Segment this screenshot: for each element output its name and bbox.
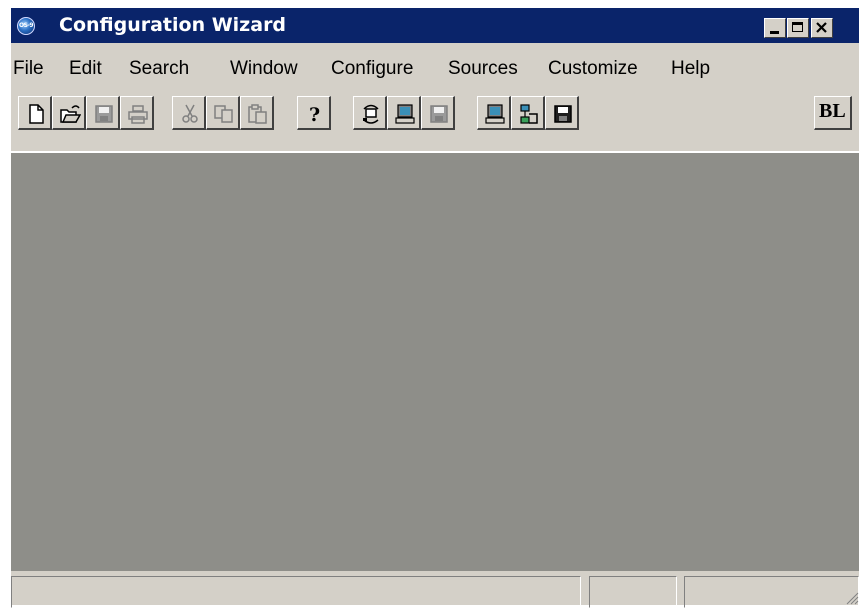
status-pane-right — [684, 576, 859, 608]
menu-sources[interactable]: Sources — [448, 58, 518, 80]
copy-icon — [214, 105, 233, 123]
open-folder-icon — [60, 105, 81, 123]
minimize-button[interactable] — [764, 18, 786, 38]
modules-button[interactable] — [511, 96, 545, 130]
module-tree-icon — [520, 104, 538, 124]
menu-search[interactable]: Search — [129, 58, 189, 80]
menu-edit[interactable]: Edit — [69, 58, 102, 80]
computer-button[interactable] — [387, 96, 421, 130]
help-button[interactable]: ? — [297, 96, 331, 130]
network-connect-icon — [363, 104, 379, 124]
new-button[interactable] — [18, 96, 52, 130]
paste-icon — [248, 104, 267, 124]
menu-window[interactable]: Window — [230, 58, 298, 80]
resize-grip-icon[interactable] — [845, 591, 859, 605]
save-disk-icon — [554, 105, 572, 123]
svg-text:?: ? — [309, 104, 320, 125]
maximize-icon — [792, 22, 803, 32]
save-disk-icon — [430, 105, 448, 123]
menu-configure[interactable]: Configure — [331, 58, 413, 80]
connect-button[interactable] — [353, 96, 387, 130]
toolbar: ? BL — [11, 91, 859, 151]
menu-customize[interactable]: Customize — [548, 58, 638, 80]
minimize-icon — [770, 31, 779, 34]
save-disk-icon — [95, 105, 113, 123]
status-bar — [11, 573, 859, 608]
cut-scissors-icon — [182, 104, 198, 123]
app-window: OS-9 Configuration Wizard File Edit Sear… — [11, 8, 859, 608]
maximize-button[interactable] — [787, 18, 809, 38]
open-button[interactable] — [52, 96, 86, 130]
save-button[interactable] — [86, 96, 120, 130]
computer-icon — [485, 104, 505, 124]
new-document-icon — [29, 104, 44, 124]
menu-help[interactable]: Help — [671, 58, 710, 80]
app-logo-icon[interactable]: OS-9 — [17, 17, 35, 35]
mdi-workspace[interactable] — [11, 151, 859, 571]
menu-bar: File Edit Search Window Configure Source… — [11, 54, 859, 84]
computer-icon — [395, 104, 415, 124]
status-pane-middle — [589, 576, 677, 608]
title-bar[interactable]: OS-9 Configuration Wizard — [11, 8, 859, 43]
print-icon — [128, 105, 148, 124]
target-computer-button[interactable] — [477, 96, 511, 130]
status-pane-main — [11, 576, 581, 608]
bl-label: BL — [819, 100, 846, 122]
close-button[interactable] — [811, 18, 833, 38]
print-button[interactable] — [120, 96, 154, 130]
save-all-button[interactable] — [545, 96, 579, 130]
bl-button[interactable]: BL — [814, 96, 852, 130]
help-question-icon: ? — [309, 104, 320, 125]
close-icon — [816, 22, 827, 33]
cut-button[interactable] — [172, 96, 206, 130]
save-config-button[interactable] — [421, 96, 455, 130]
menu-file[interactable]: File — [13, 58, 44, 80]
copy-button[interactable] — [206, 96, 240, 130]
window-title: Configuration Wizard — [59, 14, 287, 36]
paste-button[interactable] — [240, 96, 274, 130]
